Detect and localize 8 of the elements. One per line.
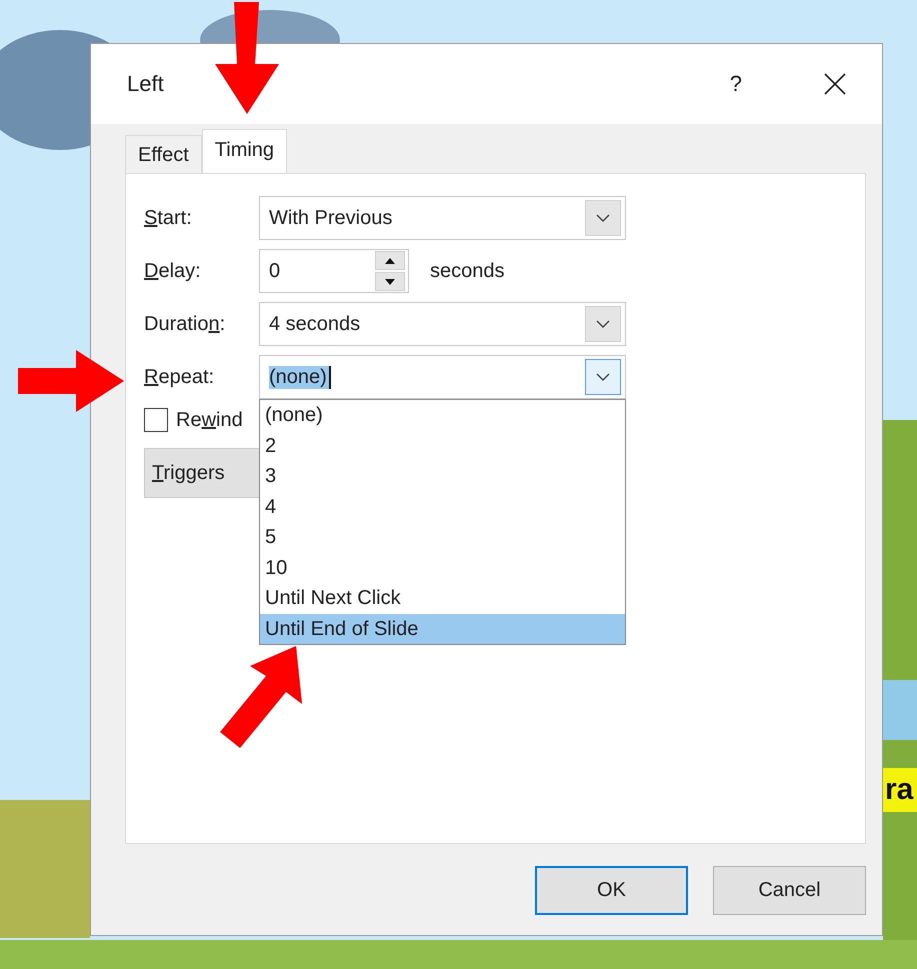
slide-text: ra	[885, 773, 914, 807]
window-title: Left	[127, 71, 165, 97]
field-label: Duration:	[144, 312, 226, 336]
checkbox-label: Rewind	[176, 408, 243, 432]
unit-label: seconds	[430, 260, 504, 282]
field-label: Repeat:	[144, 366, 259, 388]
field-label: Delay:	[144, 260, 202, 282]
field-label: Start:	[144, 206, 193, 230]
